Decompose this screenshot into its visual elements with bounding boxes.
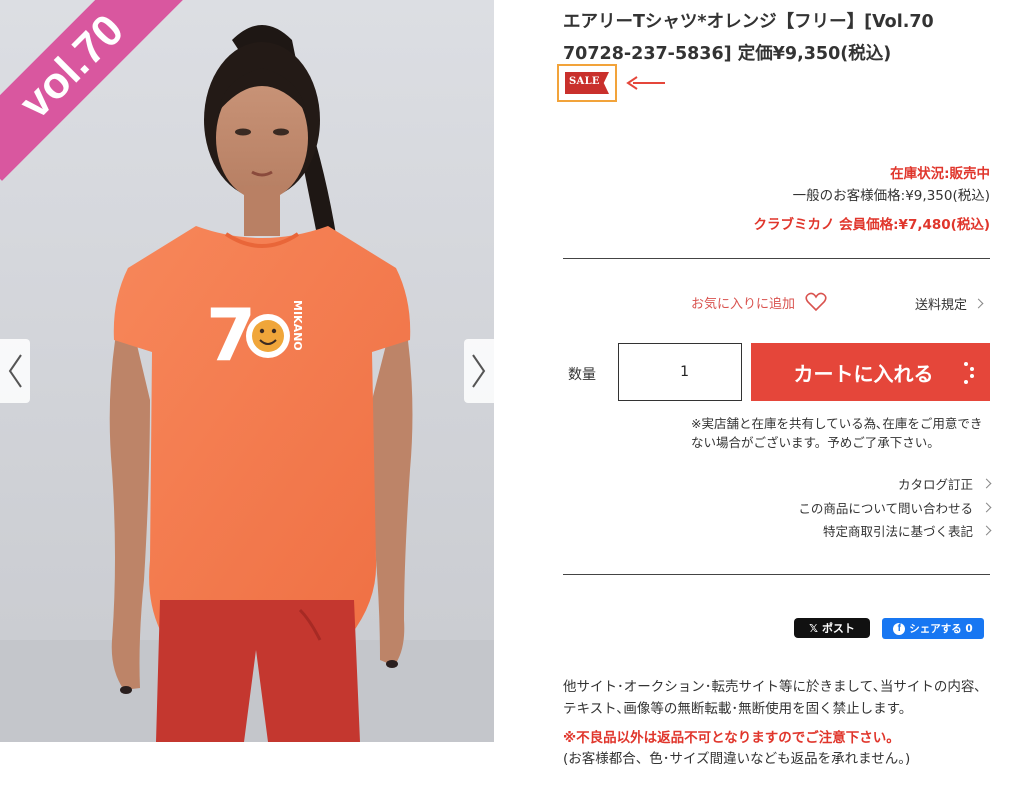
quantity-input[interactable] (618, 343, 742, 401)
product-title: エアリーTシャツ*オレンジ【フリー】[Vol.70 70728-237-5836… (563, 12, 934, 64)
x-post-button[interactable]: 𝕏 ポスト (794, 618, 870, 638)
member-price: クラブミカノ 会員価格:¥7,480(税込) (753, 217, 990, 233)
add-to-cart-button[interactable]: カートに入れる (751, 343, 990, 401)
quantity-label: 数量 (568, 367, 596, 383)
sale-badge-highlight: SALE (557, 64, 617, 102)
divider (563, 258, 990, 259)
stock-status: 在庫状況:販売中 (890, 166, 990, 182)
cart-button-label: カートに入れる (793, 361, 934, 386)
product-inquiry-link[interactable]: この商品について問い合わせる (798, 498, 992, 517)
chevron-right-icon (973, 298, 984, 309)
gallery-prev-button[interactable] (0, 339, 30, 403)
chevron-right-icon (981, 478, 992, 489)
facebook-icon: f (893, 622, 906, 635)
x-post-label: ポスト (821, 622, 855, 635)
chevron-right-icon (981, 502, 992, 513)
sale-badge-text: SALE (569, 76, 600, 87)
chevron-left-icon (8, 354, 22, 388)
commercial-law-link[interactable]: 特定商取引法に基づく表記 (822, 521, 992, 540)
shipping-policy-link[interactable]: 送料規定 (914, 294, 984, 313)
chevron-right-icon (472, 354, 486, 388)
chevron-right-icon (981, 525, 992, 536)
inventory-notice: ※実店舗と在庫を共有している為､在庫をご用意できない場合がございます。予めご了承… (691, 416, 983, 450)
add-to-favorites-button[interactable]: お気に入りに追加 (691, 292, 827, 312)
arrow-left-icon (626, 76, 665, 90)
catalog-correction-link[interactable]: カタログ訂正 (897, 474, 992, 493)
loading-dots-icon (964, 362, 974, 384)
copyright-notice: 他サイト･オークション･転売サイト等に於きまして､当サイトの内容､テキスト､画像… (563, 679, 982, 717)
return-policy-warning: ※不良品以外は返品不可となりますのでご注意下さい。 (563, 730, 900, 746)
sale-badge: SALE (565, 72, 609, 94)
return-policy-note: (お客様都合、色･サイズ間違いなども返品を承れません。) (563, 751, 911, 767)
heart-icon (805, 292, 827, 312)
facebook-share-label: シェアする 0 (909, 623, 973, 635)
favorite-label: お気に入りに追加 (691, 296, 796, 312)
general-price: 一般のお客様価格:¥9,350(税込) (792, 188, 990, 204)
link-label: 特定商取引法に基づく表記 (822, 524, 973, 539)
gallery-next-button[interactable] (464, 339, 494, 403)
product-image-gallery: 7 MIKANO vol.70 (0, 0, 494, 742)
facebook-share-button[interactable]: f シェアする 0 (882, 618, 984, 639)
svg-text:MIKANO: MIKANO (291, 300, 304, 351)
link-label: カタログ訂正 (897, 477, 973, 492)
product-photo: 7 MIKANO (0, 0, 494, 742)
divider (563, 574, 990, 575)
x-logo-icon: 𝕏 (809, 621, 818, 635)
shipping-label: 送料規定 (914, 298, 967, 313)
link-label: この商品について問い合わせる (798, 501, 973, 516)
